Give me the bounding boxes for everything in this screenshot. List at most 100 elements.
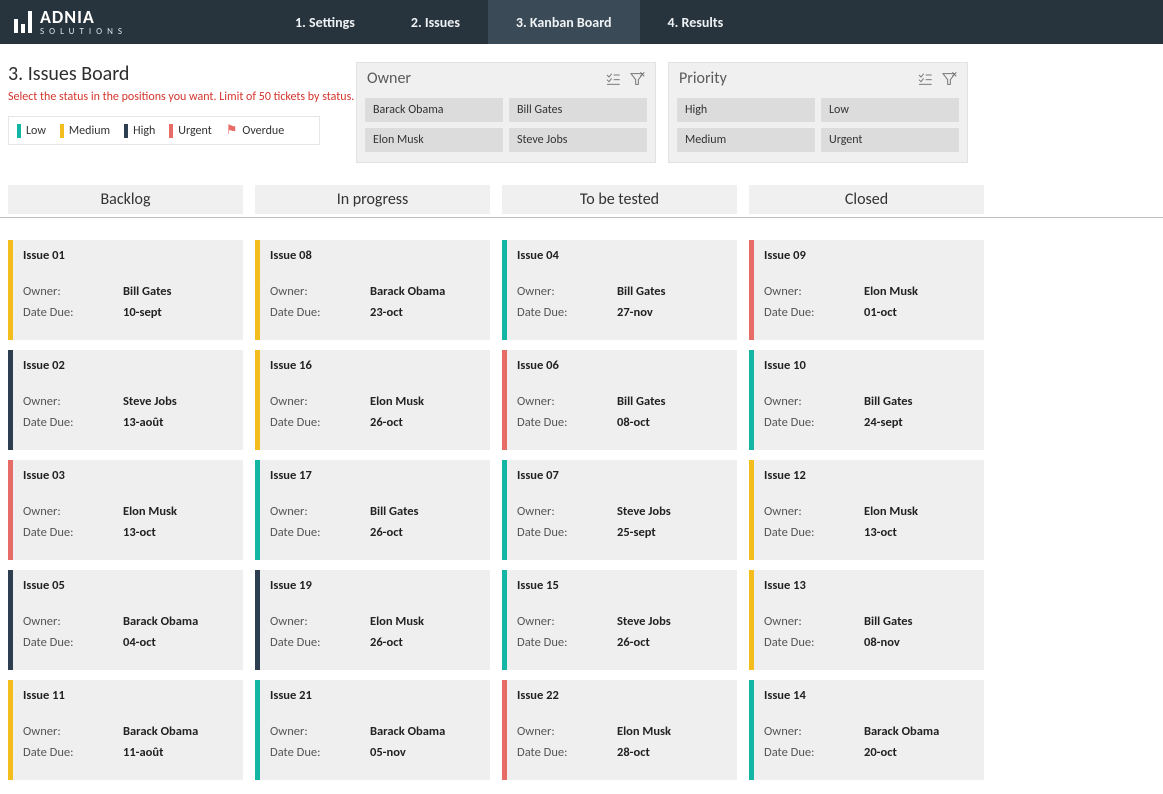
owner-option-elon-musk[interactable]: Elon Musk (365, 128, 503, 152)
due-value: 05-nov (370, 745, 406, 760)
due-value: 26-oct (370, 415, 403, 430)
owner-value: Elon Musk (370, 394, 424, 409)
multiselect-icon[interactable] (605, 71, 621, 87)
issue-id: Issue 15 (517, 578, 727, 593)
issue-id: Issue 21 (270, 688, 480, 703)
issue-card[interactable]: Issue 16Owner:Elon MuskDate Due:26-oct (255, 350, 490, 450)
issue-card[interactable]: Issue 03Owner:Elon MuskDate Due:13-oct (8, 460, 243, 560)
issue-card[interactable]: Issue 05Owner:Barack ObamaDate Due:04-oc… (8, 570, 243, 670)
issue-card[interactable]: Issue 04Owner:Bill GatesDate Due:27-nov (502, 240, 737, 340)
owner-value: Elon Musk (123, 504, 177, 519)
issue-id: Issue 19 (270, 578, 480, 593)
owner-label: Owner: (270, 504, 370, 519)
due-label: Date Due: (270, 525, 370, 540)
owner-value: Bill Gates (864, 394, 913, 409)
issue-id: Issue 11 (23, 688, 233, 703)
priority-option-low[interactable]: Low (821, 98, 959, 122)
column-divider (0, 217, 1163, 218)
high-bar-icon (124, 124, 128, 138)
clear-filter-icon[interactable] (629, 71, 645, 87)
due-value: 24-sept (864, 415, 903, 430)
issue-card[interactable]: Issue 13Owner:Bill GatesDate Due:08-nov (749, 570, 984, 670)
issue-id: Issue 06 (517, 358, 727, 373)
priority-option-high[interactable]: High (677, 98, 815, 122)
due-value: 11-août (123, 745, 163, 760)
owner-slicer-title: Owner (367, 69, 411, 88)
clear-filter-icon[interactable] (941, 71, 957, 87)
tab--kanban-board[interactable]: 3. Kanban Board (488, 0, 640, 44)
tab--results[interactable]: 4. Results (640, 0, 752, 44)
owner-label: Owner: (764, 284, 864, 299)
priority-slicer-title: Priority (679, 69, 727, 88)
logo-bars-icon (14, 11, 32, 33)
issue-id: Issue 01 (23, 248, 233, 263)
owner-option-steve-jobs[interactable]: Steve Jobs (509, 128, 647, 152)
issue-card[interactable]: Issue 07Owner:Steve JobsDate Due:25-sept (502, 460, 737, 560)
due-label: Date Due: (517, 305, 617, 320)
owner-label: Owner: (764, 504, 864, 519)
due-value: 08-nov (864, 635, 900, 650)
due-label: Date Due: (764, 305, 864, 320)
due-value: 26-oct (370, 635, 403, 650)
tab--issues[interactable]: 2. Issues (383, 0, 488, 44)
owner-value: Bill Gates (123, 284, 172, 299)
issue-card[interactable]: Issue 06Owner:Bill GatesDate Due:08-oct (502, 350, 737, 450)
legend-urgent: Urgent (178, 124, 211, 138)
brand-sub: SOLUTIONS (40, 27, 127, 36)
owner-label: Owner: (23, 394, 123, 409)
due-value: 13-oct (123, 525, 156, 540)
issue-card[interactable]: Issue 14Owner:Barack ObamaDate Due:20-oc… (749, 680, 984, 780)
issue-card[interactable]: Issue 21Owner:Barack ObamaDate Due:05-no… (255, 680, 490, 780)
due-label: Date Due: (270, 635, 370, 650)
due-label: Date Due: (23, 305, 123, 320)
issue-card[interactable]: Issue 09Owner:Elon MuskDate Due:01-oct (749, 240, 984, 340)
owner-value: Barack Obama (123, 614, 198, 629)
multiselect-icon[interactable] (917, 71, 933, 87)
issue-id: Issue 04 (517, 248, 727, 263)
issue-id: Issue 08 (270, 248, 480, 263)
owner-label: Owner: (517, 394, 617, 409)
owner-value: Steve Jobs (617, 614, 671, 629)
issue-card[interactable]: Issue 10Owner:Bill GatesDate Due:24-sept (749, 350, 984, 450)
issue-id: Issue 14 (764, 688, 974, 703)
issue-id: Issue 05 (23, 578, 233, 593)
owner-option-bill-gates[interactable]: Bill Gates (509, 98, 647, 122)
issue-card[interactable]: Issue 12Owner:Elon MuskDate Due:13-oct (749, 460, 984, 560)
issue-card[interactable]: Issue 08Owner:Barack ObamaDate Due:23-oc… (255, 240, 490, 340)
low-bar-icon (17, 124, 21, 138)
owner-value: Steve Jobs (123, 394, 177, 409)
page-title: 3. Issues Board (8, 62, 356, 86)
column-header-to-be-tested[interactable]: To be tested (502, 185, 737, 214)
issue-card[interactable]: Issue 17Owner:Bill GatesDate Due:26-oct (255, 460, 490, 560)
due-value: 13-août (123, 415, 163, 430)
column-header-backlog[interactable]: Backlog (8, 185, 243, 214)
owner-value: Elon Musk (617, 724, 671, 739)
tab--settings[interactable]: 1. Settings (267, 0, 383, 44)
owner-label: Owner: (764, 394, 864, 409)
issue-card[interactable]: Issue 02Owner:Steve JobsDate Due:13-août (8, 350, 243, 450)
nav-tabs: 1. Settings2. Issues3. Kanban Board4. Re… (267, 0, 751, 44)
issue-card[interactable]: Issue 15Owner:Steve JobsDate Due:26-oct (502, 570, 737, 670)
owner-label: Owner: (270, 724, 370, 739)
owner-label: Owner: (23, 614, 123, 629)
due-value: 20-oct (864, 745, 897, 760)
priority-option-urgent[interactable]: Urgent (821, 128, 959, 152)
due-value: 23-oct (370, 305, 403, 320)
owner-label: Owner: (764, 724, 864, 739)
due-value: 13-oct (864, 525, 897, 540)
column-header-closed[interactable]: Closed (749, 185, 984, 214)
issue-card[interactable]: Issue 22Owner:Elon MuskDate Due:28-oct (502, 680, 737, 780)
issue-card[interactable]: Issue 11Owner:Barack ObamaDate Due:11-ao… (8, 680, 243, 780)
issue-card[interactable]: Issue 01Owner:Bill GatesDate Due:10-sept (8, 240, 243, 340)
owner-label: Owner: (23, 504, 123, 519)
legend-low: Low (26, 124, 46, 138)
owner-label: Owner: (23, 724, 123, 739)
medium-bar-icon (60, 124, 64, 138)
due-value: 27-nov (617, 305, 653, 320)
column-header-in-progress[interactable]: In progress (255, 185, 490, 214)
priority-option-medium[interactable]: Medium (677, 128, 815, 152)
owner-option-barack-obama[interactable]: Barack Obama (365, 98, 503, 122)
owner-value: Bill Gates (617, 284, 666, 299)
issue-card[interactable]: Issue 19Owner:Elon MuskDate Due:26-oct (255, 570, 490, 670)
due-label: Date Due: (517, 415, 617, 430)
